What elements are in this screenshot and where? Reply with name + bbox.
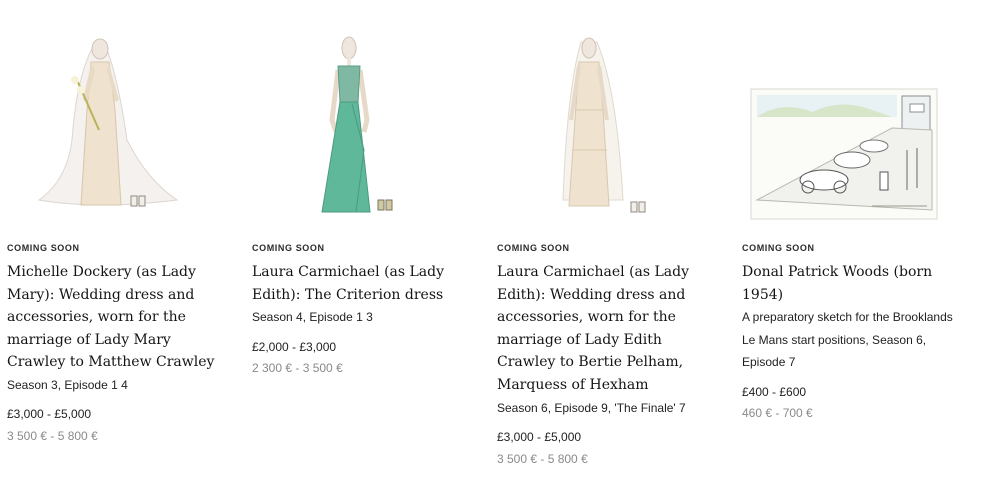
price-estimate-eur: 2 300 € - 3 500 € xyxy=(252,361,343,375)
lot-title[interactable]: Michelle Dockery (as Lady Mary): Wedding… xyxy=(7,261,233,397)
green-evening-dress-mannequin-icon xyxy=(321,36,393,213)
price-estimate-gbp: £3,000 - £5,000 xyxy=(7,407,92,421)
lot-image-1[interactable] xyxy=(7,0,237,232)
lot-title[interactable]: Laura Carmichael (as Lady Edith): The Cr… xyxy=(252,261,478,329)
price-estimate-eur: 460 € - 700 € xyxy=(742,406,813,420)
lot-card-2[interactable]: COMING SOON Laura Carmichael (as Lady Ed… xyxy=(252,0,482,375)
lot-episode: Season 3, Episode 1 4 xyxy=(7,377,128,392)
lace-wedding-dress-mannequin-icon xyxy=(562,37,646,213)
status-badge: COMING SOON xyxy=(497,243,570,253)
lot-episode: Season 6, Episode 9, 'The Finale' 7 xyxy=(497,400,686,415)
lot-title-text[interactable]: Michelle Dockery (as Lady Mary): Wedding… xyxy=(7,264,214,370)
lot-image-4[interactable] xyxy=(742,0,972,232)
lot-image-3[interactable] xyxy=(497,0,727,232)
racing-car-sketch-icon xyxy=(750,88,938,220)
status-badge: COMING SOON xyxy=(7,243,80,253)
lot-episode: Season 4, Episode 1 3 xyxy=(252,310,373,325)
lot-title-text[interactable]: Donal Patrick Woods (born 1954) xyxy=(742,264,932,303)
price-estimate-gbp: £3,000 - £5,000 xyxy=(497,430,582,444)
price-estimate-gbp: £400 - £600 xyxy=(742,385,807,399)
price-estimate-eur: 3 500 € - 5 800 € xyxy=(497,452,588,466)
lot-card-1[interactable]: COMING SOON Michelle Dockery (as Lady Ma… xyxy=(7,0,237,443)
price-estimate-gbp: £2,000 - £3,000 xyxy=(252,340,337,354)
lot-title-text[interactable]: Laura Carmichael (as Lady Edith): The Cr… xyxy=(252,264,444,303)
price-estimate-eur: 3 500 € - 5 800 € xyxy=(7,429,98,443)
status-badge: COMING SOON xyxy=(252,243,325,253)
lot-card-3[interactable]: COMING SOON Laura Carmichael (as Lady Ed… xyxy=(497,0,727,466)
status-badge: COMING SOON xyxy=(742,243,815,253)
wedding-dress-mannequin-icon xyxy=(37,38,179,207)
lot-card-4[interactable]: COMING SOON Donal Patrick Woods (born 19… xyxy=(742,0,972,420)
lot-title-text[interactable]: Laura Carmichael (as Lady Edith): Weddin… xyxy=(497,264,689,393)
lot-image-2[interactable] xyxy=(252,0,482,232)
lot-title[interactable]: Donal Patrick Woods (born 1954) A prepar… xyxy=(742,261,968,374)
lot-title[interactable]: Laura Carmichael (as Lady Edith): Weddin… xyxy=(497,261,723,419)
lot-description: A preparatory sketch for the Brooklands … xyxy=(742,310,953,370)
